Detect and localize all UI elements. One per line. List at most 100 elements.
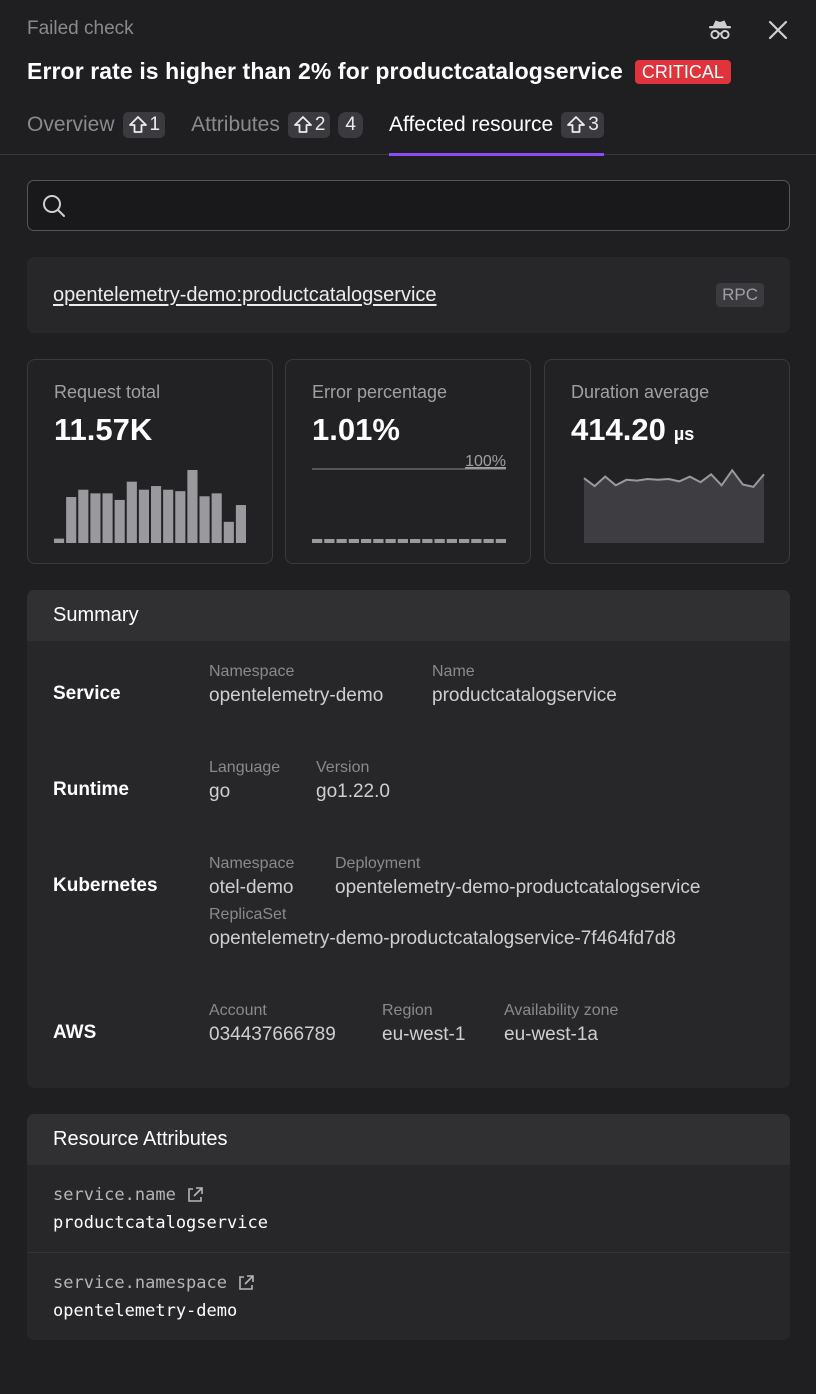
tab-affected-resource[interactable]: Affected resource 3 [388,106,604,156]
sparkline-bar [422,539,433,543]
sparkline-bar [187,470,198,543]
summary-row-label-service: Service [53,683,121,704]
summary-title: Summary [27,590,790,641]
tab-attributes-count-value: 2 [314,113,326,135]
tab-affected-resource-label: Affected resource [388,112,554,136]
sparkline-bar [175,491,186,543]
panel-eyebrow: Failed check [27,18,134,39]
field-runtime-language: Language go [209,759,280,803]
sparkline-bar [336,539,347,543]
summary-section: Summary Service Namespace opentelemetry-… [27,590,790,1088]
external-link-icon[interactable] [186,1186,204,1204]
sparkline-bar [151,486,162,543]
search-box [27,180,790,231]
sparkline-bar [446,539,457,543]
header-actions [706,16,792,44]
field-aws-availability-zone: Availability zone eu-west-1a [504,1002,618,1046]
spy-icon[interactable] [706,16,734,44]
sparkline-bar [495,539,506,543]
page-title: Error rate is higher than 2% for product… [27,58,623,84]
field-aws-account: Account 034437666789 [209,1002,336,1046]
sparkline-bar [361,539,372,543]
search-input[interactable] [77,195,757,216]
tab-overview[interactable]: Overview 1 [27,106,166,155]
tab-attributes-extra-count: 4 [338,111,363,138]
sparkline-bar [373,539,384,543]
sparkline-bar [54,538,65,543]
field-key: Account [209,1002,267,1019]
max-threshold-label: 100% [465,453,506,470]
summary-row-label-kubernetes: Kubernetes [53,875,158,896]
request-total-sparkline [54,470,246,543]
arrow-up-icon [128,115,147,133]
tab-attributes-count: 2 [287,111,331,138]
sparkline-bar [471,539,482,543]
severity-badge: CRITICAL [634,59,731,84]
sparkline-bar [126,481,137,543]
field-service-namespace: Namespace opentelemetry-demo [209,663,383,707]
field-value: eu-west-1 [382,1024,466,1045]
field-key: Language [209,759,281,776]
external-link-icon[interactable] [237,1274,255,1292]
attribute-value: productcatalogservice [53,1213,268,1233]
field-runtime-version: Version go1.22.0 [316,759,390,803]
resource-link[interactable]: opentelemetry-demo:productcatalogservice [53,284,437,307]
field-key: Deployment [335,855,421,872]
field-key: Namespace [209,855,295,872]
sparkline-bar [78,489,89,543]
field-value: otel-demo [209,877,294,898]
sparkline-bar [114,499,125,543]
metric-error-percentage[interactable]: Error percentage 1.01% 100% [285,359,531,564]
field-k8s-replicaset: ReplicaSet opentelemetry-demo-productcat… [209,906,676,950]
duration-average-sparkline [583,468,765,543]
attribute-divider [27,1252,790,1253]
sparkline-bar [90,493,101,543]
field-k8s-deployment: Deployment opentelemetry-demo-productcat… [335,855,700,899]
sparkline-bar [138,489,149,543]
sparkline-bar [348,539,359,543]
sparkline-bar [434,539,445,543]
field-key: Namespace [209,663,295,680]
field-key: Name [432,663,475,680]
field-value: 034437666789 [209,1024,336,1045]
sparkline-bar [397,539,408,543]
arrow-up-icon [567,115,586,133]
field-k8s-namespace: Namespace otel-demo [209,855,294,899]
error-percentage-sparkline: 100% [312,453,506,543]
field-value: opentelemetry-demo-productcatalogservice [335,877,701,898]
field-key: Region [382,1002,433,1019]
sparkline-bar [385,539,396,543]
sparkline-bar [410,539,421,543]
tab-overview-count: 1 [122,111,166,138]
sparkline-bar [66,497,77,543]
title-row: Error rate is higher than 2% for product… [27,58,731,85]
sparkline-bar [324,539,335,543]
metric-request-total[interactable]: Request total 11.57K [27,359,273,564]
close-icon[interactable] [764,16,792,44]
sparkline-bar [223,521,234,543]
attribute-row: service.name productcatalogservice [27,1185,790,1233]
search-icon [43,194,65,217]
field-value: go1.22.0 [316,781,390,802]
field-service-name: Name productcatalogservice [432,663,617,707]
field-key: ReplicaSet [209,906,287,923]
attribute-key-row: service.namespace [53,1273,790,1293]
attribute-key: service.namespace [53,1273,227,1293]
attribute-value: opentelemetry-demo [53,1301,238,1321]
tab-overview-label: Overview [27,112,115,136]
sparkline-bar [483,539,494,543]
tab-attributes[interactable]: Attributes 2 4 [191,106,363,155]
field-value: productcatalogservice [432,685,617,706]
field-key: Availability zone [504,1002,619,1019]
attribute-row: service.namespace opentelemetry-demo [27,1273,790,1321]
panel-header: Failed check Error rate is higher than 2… [0,0,816,156]
tab-overview-count-value: 1 [149,113,161,135]
sparkline-bar [211,493,222,543]
field-aws-region: Region eu-west-1 [382,1002,465,1046]
resource-attributes-title: Resource Attributes [27,1114,790,1165]
tab-affected-resource-count-value: 3 [588,113,599,135]
resource-type-tag: RPC [716,283,764,307]
sparkline-bar [163,489,174,543]
summary-row-label-aws: AWS [53,1022,97,1043]
metric-duration-average[interactable]: Duration average 414.20 µs [544,359,790,564]
